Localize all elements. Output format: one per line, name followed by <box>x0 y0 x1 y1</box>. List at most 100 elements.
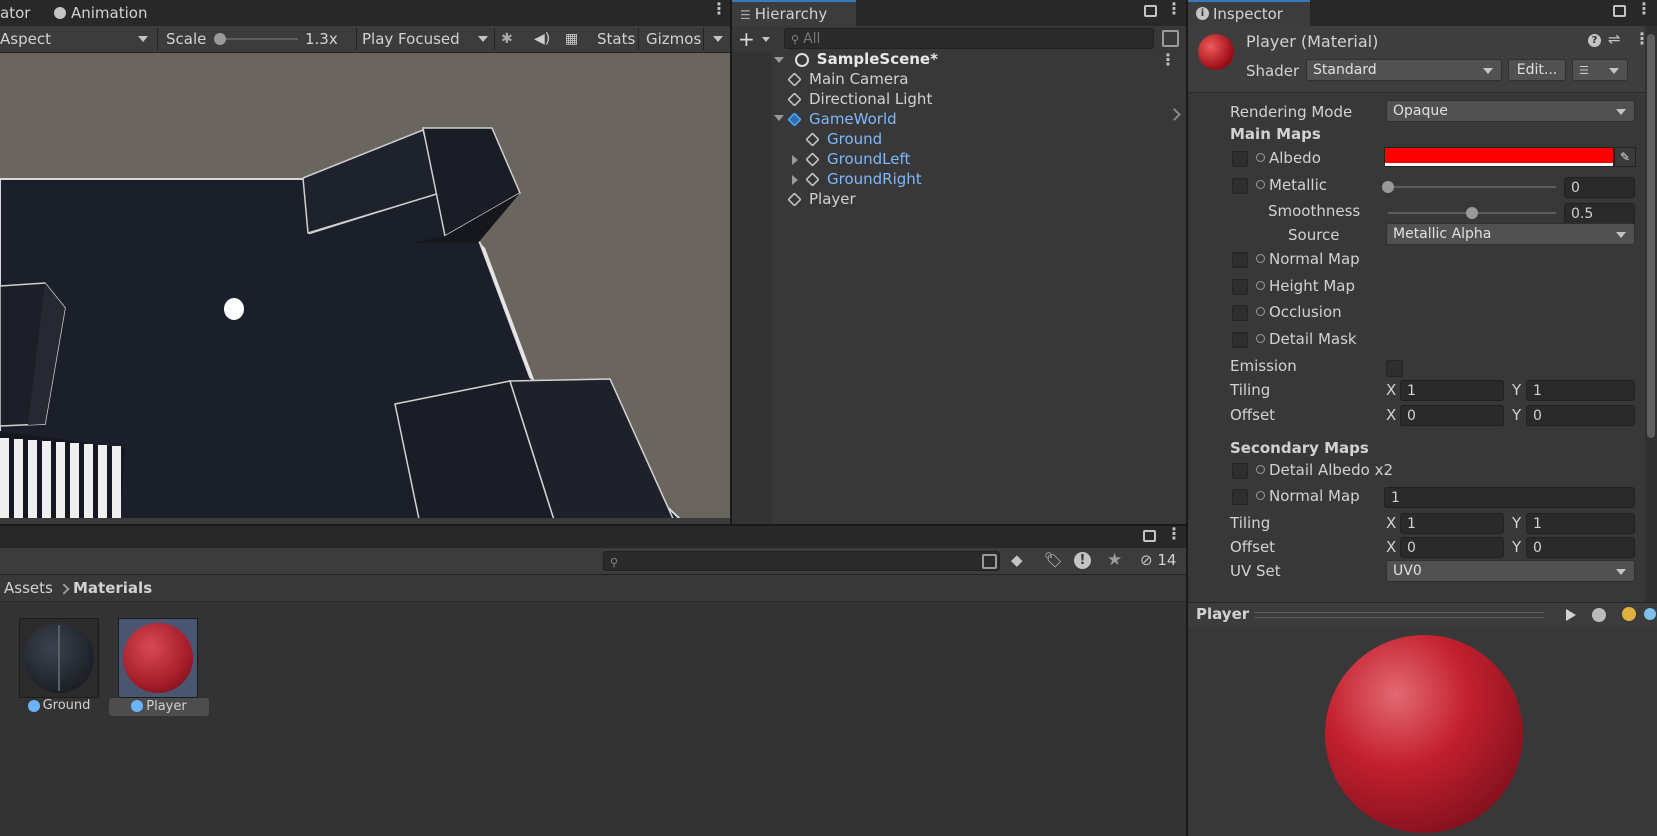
filter-by-label-icon[interactable]: 🏷 <box>1044 551 1063 569</box>
hierarchy-panel: + ⚲ All SampleScene* ⋮ Main Camera Directi… <box>732 26 1186 524</box>
tab-hierarchy[interactable]: ☰ Hierarchy <box>732 0 856 26</box>
scale-slider[interactable] <box>214 33 298 45</box>
sphere-mesh-icon[interactable] <box>1592 608 1606 622</box>
detail-mask-label-text: Detail Mask <box>1269 330 1357 348</box>
scene-menu-icon[interactable]: ⋮ <box>1160 52 1176 68</box>
keyboard-icon[interactable]: ▦ <box>565 26 578 52</box>
hierarchy-menu-icon[interactable]: ⋮ <box>1166 1 1182 17</box>
play-mode-dropdown[interactable]: Play Focused <box>362 26 488 52</box>
secondary-normal-map-texture-slot[interactable] <box>1232 489 1248 505</box>
lock-icon[interactable] <box>1613 5 1626 17</box>
expand-arrow-icon[interactable] <box>792 155 798 165</box>
breadcrumb-chevron-icon <box>58 583 70 595</box>
secondary-normal-scale-input[interactable]: 1 <box>1384 487 1635 508</box>
aspect-dropdown[interactable]: Aspect <box>0 26 156 52</box>
smoothness-slider-knob[interactable] <box>1466 207 1478 219</box>
hierarchy-item[interactable]: Directional Light <box>787 90 1128 109</box>
scene-row[interactable]: SampleScene* ⋮ <box>774 50 1186 69</box>
preview-drag-handle[interactable] <box>1254 612 1544 618</box>
eyedropper-icon[interactable]: ✎ <box>1614 147 1636 167</box>
normal-map-texture-slot[interactable] <box>1232 252 1248 268</box>
hierarchy-search-input[interactable]: ⚲ All <box>784 28 1154 49</box>
property-dot-icon <box>1256 491 1265 500</box>
search-type-icon[interactable] <box>982 554 997 569</box>
project-search-input[interactable]: ⚲ <box>603 551 1000 571</box>
main-tiling-x-input[interactable]: 1 <box>1400 380 1504 401</box>
hidden-packages-button[interactable]: ⊘ 14 <box>1140 551 1176 569</box>
gizmos-button[interactable]: Gizmos <box>646 26 701 52</box>
secondary-tiling-y-input[interactable]: 1 <box>1526 513 1635 534</box>
gizmos-dropdown[interactable] <box>710 26 726 52</box>
inspector-scrollbar-thumb[interactable] <box>1647 34 1655 438</box>
bug-icon[interactable]: ✱ <box>501 26 513 52</box>
expand-scene-icon[interactable] <box>774 56 784 63</box>
hierarchy-item[interactable]: Main Camera <box>787 70 1128 89</box>
detail-albedo-texture-slot[interactable] <box>1232 463 1248 479</box>
hierarchy-item[interactable]: GroundLeft <box>792 150 1146 169</box>
smoothness-slider[interactable] <box>1388 207 1556 219</box>
audio-icon[interactable]: ◀) <box>534 26 550 52</box>
game-view-menu-icon[interactable]: ⋮ <box>711 1 727 17</box>
search-options-icon[interactable] <box>1162 30 1179 47</box>
component-menu-icon[interactable]: ⋮ <box>1634 31 1650 47</box>
albedo-texture-slot[interactable] <box>1232 151 1248 167</box>
expand-arrow-icon[interactable] <box>792 175 798 185</box>
secondary-tiling-x-input[interactable]: 1 <box>1400 513 1504 534</box>
inspector-scrollbar[interactable] <box>1645 26 1657 602</box>
collapse-arrow-icon[interactable] <box>774 115 784 121</box>
hierarchy-item[interactable]: Ground <box>805 130 1146 149</box>
skybox-icon[interactable] <box>1644 608 1656 620</box>
tab-animation[interactable]: Animation <box>46 0 156 26</box>
chevron-right-icon[interactable] <box>1168 108 1181 121</box>
asset-ground[interactable]: Ground <box>18 617 100 721</box>
emission-checkbox[interactable] <box>1386 360 1403 377</box>
lights-icon[interactable] <box>1622 607 1636 621</box>
scale-value: 1.3x <box>305 30 338 48</box>
secondary-offset-x-input[interactable]: 0 <box>1400 537 1504 558</box>
breadcrumb-materials[interactable]: Materials <box>73 579 152 597</box>
secondary-offset-y-input[interactable]: 0 <box>1526 537 1635 558</box>
tab-inspector[interactable]: i Inspector <box>1188 0 1310 26</box>
help-icon[interactable]: ? <box>1588 34 1601 47</box>
shader-options-dropdown[interactable]: ☰ <box>1572 59 1628 81</box>
project-menu-icon[interactable]: ⋮ <box>1166 526 1182 542</box>
favorite-star-icon[interactable]: ★ <box>1107 550 1122 570</box>
albedo-color-field[interactable] <box>1384 147 1614 167</box>
hierarchy-item[interactable]: GameWorld <box>774 110 1128 129</box>
main-tiling-y-input[interactable]: 1 <box>1526 380 1635 401</box>
metallic-value-input[interactable]: 0 <box>1564 177 1635 198</box>
scale-slider-knob[interactable] <box>214 33 226 45</box>
main-offset-y-input[interactable]: 0 <box>1526 405 1635 426</box>
play-icon[interactable] <box>1566 609 1576 621</box>
source-dropdown[interactable]: Metallic Alpha <box>1386 223 1635 245</box>
asset-player[interactable]: Player <box>109 617 209 721</box>
stats-button[interactable]: Stats <box>597 26 635 52</box>
smoothness-value-input[interactable]: 0.5 <box>1564 203 1635 224</box>
lock-icon[interactable] <box>1144 5 1157 17</box>
albedo-label-text: Albedo <box>1269 149 1321 167</box>
lock-icon[interactable] <box>1143 530 1156 542</box>
hierarchy-item[interactable]: Player <box>787 190 1128 209</box>
presets-icon[interactable]: ⇌ <box>1608 30 1621 48</box>
shader-dropdown[interactable]: Standard <box>1306 59 1502 81</box>
metallic-slider[interactable] <box>1382 181 1556 193</box>
inspector-menu-icon[interactable]: ⋮ <box>1636 1 1652 17</box>
tab-animator[interactable]: ator <box>0 0 39 26</box>
rendering-mode-dropdown[interactable]: Opaque <box>1386 100 1635 122</box>
albedo-label: Albedo <box>1256 149 1321 167</box>
create-dropdown[interactable]: + <box>738 28 772 50</box>
edit-shader-button[interactable]: Edit... <box>1508 59 1566 81</box>
hierarchy-item[interactable]: GroundRight <box>792 170 1146 189</box>
preview-area[interactable] <box>1188 627 1657 836</box>
metallic-slider-knob[interactable] <box>1382 181 1394 193</box>
metallic-texture-slot[interactable] <box>1232 178 1248 194</box>
occlusion-texture-slot[interactable] <box>1232 305 1248 321</box>
uv-set-dropdown[interactable]: UV0 <box>1386 560 1635 582</box>
game-viewport[interactable] <box>0 53 730 524</box>
main-offset-x-input[interactable]: 0 <box>1400 405 1504 426</box>
height-map-texture-slot[interactable] <box>1232 279 1248 295</box>
warning-icon[interactable]: ! <box>1074 552 1091 569</box>
detail-mask-texture-slot[interactable] <box>1232 332 1248 348</box>
breadcrumb-assets[interactable]: Assets <box>4 579 53 597</box>
filter-by-type-icon[interactable]: ◆ <box>1011 551 1023 569</box>
